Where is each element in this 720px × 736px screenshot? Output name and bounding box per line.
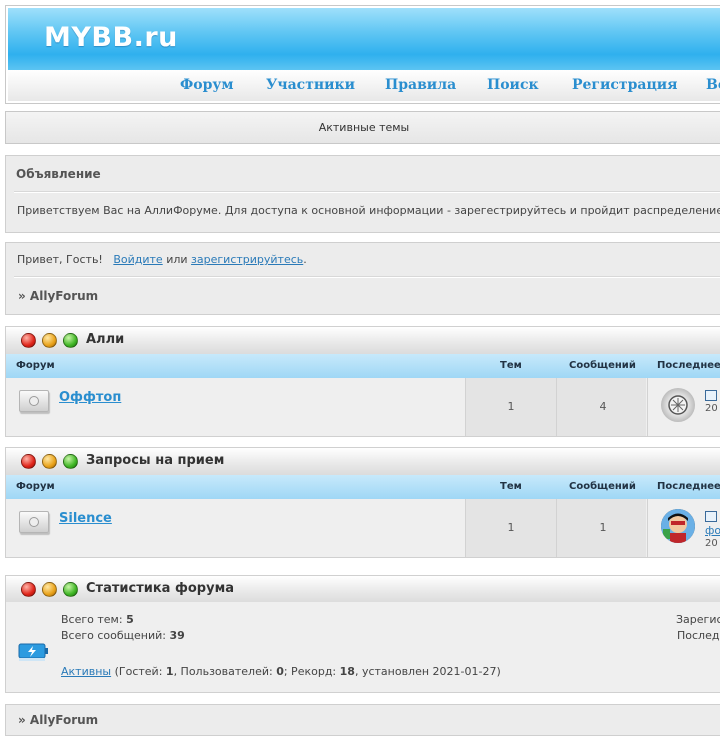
record-date: , установлен 2021-01-27) bbox=[354, 665, 501, 678]
active-topics-link[interactable]: Активные темы bbox=[6, 121, 720, 134]
last-post-icon[interactable] bbox=[705, 511, 717, 522]
nav-search[interactable]: Поиск bbox=[487, 77, 539, 93]
bottom-breadcrumb[interactable]: » AllyForum bbox=[18, 713, 98, 727]
cell-divider bbox=[556, 499, 557, 557]
col-topics: Тем bbox=[500, 360, 522, 371]
login-link[interactable]: Войдите bbox=[113, 253, 162, 266]
online-users-label: , Пользователей: bbox=[173, 665, 273, 678]
forum-link-silence[interactable]: Silence bbox=[59, 511, 112, 526]
topic-count: 1 bbox=[507, 400, 515, 413]
site-logo[interactable]: MYBB.ru bbox=[44, 22, 178, 53]
category-header: Алли bbox=[5, 326, 720, 355]
nav-forum[interactable]: Форум bbox=[180, 77, 234, 93]
last-topic-link[interactable]: фо bbox=[705, 524, 720, 537]
breadcrumb[interactable]: » AllyForum bbox=[18, 289, 98, 303]
main-nav: Форум Участники Правила Поиск Регистраци… bbox=[8, 70, 720, 101]
col-last: Последнее bbox=[657, 481, 720, 492]
green-dot-icon bbox=[63, 454, 78, 469]
last-registered: Послед bbox=[677, 629, 720, 642]
announcement-title: Объявление bbox=[16, 167, 101, 181]
category-header: Запросы на прием bbox=[5, 447, 720, 476]
record-label: ; Рекорд: bbox=[283, 665, 337, 678]
total-topics-label: Всего тем: bbox=[61, 613, 123, 626]
cell-divider bbox=[465, 378, 466, 436]
battery-stats-icon bbox=[18, 643, 48, 661]
period: . bbox=[303, 253, 307, 266]
category-title[interactable]: Алли bbox=[86, 332, 124, 347]
red-dot-icon bbox=[21, 333, 36, 348]
guest-welcome: Привет, Гость! Войдите или зарегистрируй… bbox=[17, 253, 307, 266]
registered-users: Зарегис bbox=[676, 613, 720, 626]
yellow-dot-icon bbox=[42, 582, 57, 597]
col-forum: Форум bbox=[16, 360, 55, 371]
col-forum: Форум bbox=[16, 481, 55, 492]
total-posts-label: Всего сообщений: bbox=[61, 629, 166, 642]
divider bbox=[14, 276, 720, 278]
last-post-icon[interactable] bbox=[705, 390, 717, 401]
announcement-box: Объявление Приветствуем Вас на АллиФорум… bbox=[5, 155, 720, 233]
online-guests-label: (Гостей: bbox=[114, 665, 163, 678]
cell-divider bbox=[556, 378, 557, 436]
nav-login[interactable]: Во bbox=[706, 77, 720, 93]
yellow-dot-icon bbox=[42, 454, 57, 469]
active-users-link[interactable]: Активны bbox=[61, 665, 111, 678]
red-dot-icon bbox=[21, 454, 36, 469]
yellow-dot-icon bbox=[42, 333, 57, 348]
last-post-date: 20 bbox=[705, 403, 718, 414]
stats-body: Всего тем: 5 Всего сообщений: 39 Зарегис… bbox=[5, 602, 720, 693]
col-posts: Сообщений bbox=[569, 481, 636, 492]
divider bbox=[14, 191, 720, 193]
avatar-emblem-icon bbox=[668, 395, 688, 415]
stats-title: Статистика форума bbox=[86, 581, 234, 596]
forum-row: Silence 1 1 фо 20 bbox=[5, 499, 720, 558]
red-dot-icon bbox=[21, 582, 36, 597]
last-poster-avatar[interactable] bbox=[661, 509, 695, 543]
forum-link-offtop[interactable]: Оффтоп bbox=[59, 390, 121, 405]
nav-rules[interactable]: Правила bbox=[385, 77, 456, 93]
guest-greeting: Привет, Гость! bbox=[17, 253, 103, 266]
col-topics: Тем bbox=[500, 481, 522, 492]
last-poster-avatar[interactable] bbox=[661, 388, 695, 422]
online-line: Активны (Гостей: 1, Пользователей: 0; Ре… bbox=[61, 665, 501, 678]
total-topics: Всего тем: 5 bbox=[61, 613, 134, 626]
bottom-breadcrumb-box: » AllyForum bbox=[5, 704, 720, 736]
col-last: Последнее bbox=[657, 360, 720, 371]
nav-users[interactable]: Участники bbox=[266, 77, 355, 93]
topic-count: 1 bbox=[507, 521, 515, 534]
cell-divider bbox=[647, 378, 648, 436]
column-header: Форум Тем Сообщений Последнее bbox=[5, 354, 720, 378]
category-title[interactable]: Запросы на прием bbox=[86, 453, 224, 468]
or-text: или bbox=[166, 253, 188, 266]
stats-header: Статистика форума bbox=[5, 575, 720, 604]
record-value: 18 bbox=[339, 665, 355, 678]
post-count: 1 bbox=[599, 521, 607, 534]
total-posts-value: 39 bbox=[169, 629, 185, 642]
forum-read-icon bbox=[19, 511, 49, 533]
cell-divider bbox=[465, 499, 466, 557]
total-posts: Всего сообщений: 39 bbox=[61, 629, 185, 642]
column-header: Форум Тем Сообщений Последнее bbox=[5, 475, 720, 499]
active-topics-bar: Активные темы bbox=[5, 111, 720, 144]
avatar-character-icon bbox=[661, 509, 695, 543]
green-dot-icon bbox=[63, 582, 78, 597]
post-count: 4 bbox=[599, 400, 607, 413]
header-banner: MYBB.ru bbox=[8, 8, 720, 70]
last-post-date: 20 bbox=[705, 538, 718, 549]
forum-read-icon bbox=[19, 390, 49, 412]
forum-row: Оффтоп 1 4 20 bbox=[5, 378, 720, 437]
online-guests: 1 bbox=[165, 665, 174, 678]
nav-register[interactable]: Регистрация bbox=[572, 77, 678, 93]
online-users: 0 bbox=[276, 665, 284, 678]
green-dot-icon bbox=[63, 333, 78, 348]
cell-divider bbox=[647, 499, 648, 557]
site-header: MYBB.ru Форум Участники Правила Поиск Ре… bbox=[5, 5, 720, 104]
col-posts: Сообщений bbox=[569, 360, 636, 371]
total-topics-value: 5 bbox=[126, 613, 134, 626]
announcement-text: Приветствуем Вас на АллиФоруме. Для дост… bbox=[17, 204, 720, 217]
register-link[interactable]: зарегистрируйтесь bbox=[191, 253, 303, 266]
guest-box: Привет, Гость! Войдите или зарегистрируй… bbox=[5, 242, 720, 315]
